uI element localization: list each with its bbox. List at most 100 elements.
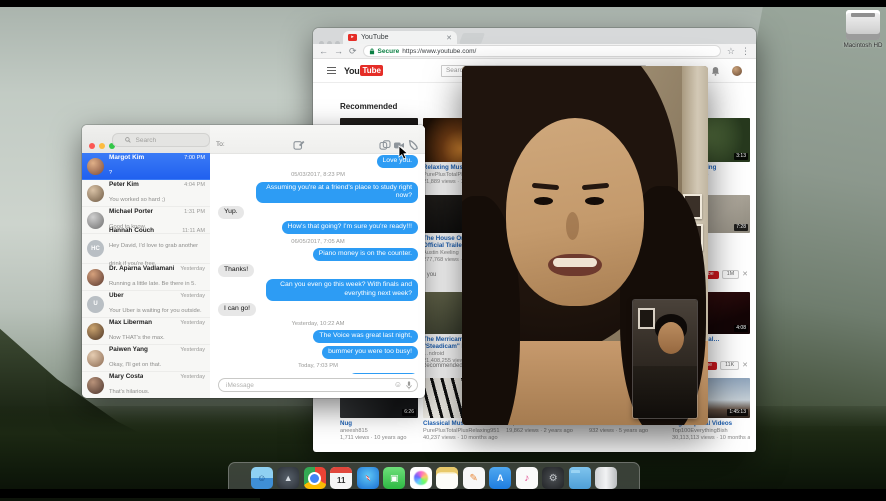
hard-drive-icon[interactable] <box>846 10 880 40</box>
overlapping-windows-icon[interactable] <box>379 140 391 150</box>
new-tab-button[interactable] <box>458 33 486 44</box>
picture-frame <box>638 308 655 329</box>
dock-notes-icon[interactable] <box>436 467 459 489</box>
avatar <box>87 349 104 367</box>
youtube-logo-tube: Tube <box>360 65 383 76</box>
caller-face <box>534 197 553 205</box>
self-face <box>658 322 684 354</box>
conversation-preview: Running a little late. Be there in 5. <box>109 280 197 287</box>
microphone-icon[interactable] <box>406 380 412 390</box>
conversation-time: 4:04 PM <box>184 181 205 188</box>
notifications-bell-icon[interactable] <box>711 66 720 76</box>
dock-itunes-icon[interactable]: ♪ <box>515 467 538 489</box>
conversation-time: Yesterday <box>180 265 205 272</box>
messages-search-field[interactable] <box>112 133 210 147</box>
conversation-name: Dr. Aparna Vadlamani <box>109 264 175 272</box>
avatar <box>87 157 104 175</box>
browser-menu-icon[interactable]: ⋮ <box>741 46 750 56</box>
back-icon[interactable]: ← <box>319 46 328 56</box>
dock-app-store-icon[interactable]: A <box>489 467 512 489</box>
video-duration-badge: 6:26 <box>402 409 416 416</box>
video-duration-badge: 4:08 <box>734 325 748 332</box>
conversation-preview: ? <box>109 169 113 176</box>
conversation-margot-kim[interactable]: Margot Kim 7:00 PM ? <box>82 153 210 180</box>
dock-chrome-icon[interactable] <box>303 467 326 489</box>
dock-pages-icon[interactable]: ✎ <box>462 467 485 489</box>
message-bubble-incoming: I can go! <box>218 303 257 317</box>
dock-trash-icon[interactable] <box>595 467 618 489</box>
conversation-hannah-couch[interactable]: HC Hannah Couch 11:11 AM Hey David, I'd l… <box>82 227 210 267</box>
conversation-name: Uber <box>109 291 124 299</box>
message-input-bar[interactable]: ☺ <box>218 378 418 392</box>
dismiss-icon[interactable]: ✕ <box>742 271 748 278</box>
avatar-initials: U <box>87 295 104 313</box>
dock-safari-icon[interactable] <box>356 467 379 489</box>
conversation-time: Yesterday <box>180 319 205 326</box>
chat-header: To: <box>210 125 425 154</box>
dismiss-icon[interactable]: ✕ <box>742 362 748 369</box>
conversation-paiwen-yang[interactable]: Paiwen Yang Yesterday Okay, I'll get on t… <box>82 345 210 372</box>
conversation-uber[interactable]: U Uber Yesterday Your Uber is waiting for… <box>82 291 210 318</box>
dock-calendar-icon[interactable]: 11 <box>330 467 353 489</box>
conversation-max-liberman[interactable]: Max Liberman Yesterday Now THAT's the max… <box>82 318 210 345</box>
compose-icon[interactable] <box>293 140 305 150</box>
dock-system-preferences-icon[interactable]: ⚙ <box>542 467 565 489</box>
caller-face <box>506 118 644 306</box>
bookmark-star-icon[interactable]: ☆ <box>727 46 735 56</box>
video-channel: PurePlusTotalPlusRelaxing951 <box>423 428 500 435</box>
youtube-logo[interactable]: You Tube <box>344 65 383 76</box>
self-view-pip[interactable] <box>633 300 697 418</box>
video-meta: 1,711 views · 10 years ago <box>340 435 407 442</box>
conversation-peter-kim[interactable]: Peter Kim 4:04 PM You worked so hard ;) <box>82 180 210 207</box>
conversation-time: 11:11 AM <box>182 228 205 234</box>
video-meta: 40,237 views · 10 months ago <box>423 435 498 442</box>
message-bubble-outgoing: The Voice was great last night, <box>313 330 418 344</box>
youtube-favicon-icon: ▸ <box>348 34 357 41</box>
recommended-heading: Recommended <box>340 102 398 111</box>
video-duration-badge: 7:28 <box>734 224 748 231</box>
address-bar[interactable]: Secure https://www.youtube.com/ <box>362 45 721 57</box>
search-input[interactable] <box>133 135 198 145</box>
emoji-icon[interactable]: ☺ <box>394 381 402 389</box>
account-avatar[interactable] <box>732 65 742 76</box>
menu-hamburger-icon[interactable] <box>327 66 336 75</box>
dock-folder-icon[interactable] <box>568 467 591 489</box>
minimize-window-icon[interactable] <box>99 143 105 149</box>
message-bubble-incoming: Yup. <box>218 205 244 219</box>
close-window-icon[interactable] <box>89 143 95 149</box>
dock-facetime-icon[interactable]: ▣ <box>383 467 406 489</box>
tab-youtube[interactable]: ▸ YouTube ✕ <box>343 31 457 44</box>
conversation-preview: Now THAT's the max. <box>109 334 165 341</box>
timestamp: 06/05/2017, 7:05 AM <box>291 238 345 245</box>
dock-launchpad-icon[interactable]: ▲ <box>277 467 300 489</box>
dock-finder-icon[interactable]: ☺ <box>250 467 273 489</box>
conversation-name: Max Liberman <box>109 318 152 326</box>
video-title[interactable]: Nug <box>340 420 418 427</box>
dock-photos-icon[interactable] <box>409 467 432 489</box>
video-meta: 30,113,113 views · 10 months ago <box>672 435 750 442</box>
mouse-cursor <box>398 145 409 160</box>
imessage-input[interactable] <box>224 380 390 390</box>
message-bubble-outgoing: Can you even go this week? With finals a… <box>266 279 418 301</box>
conversation-preview: That's hilarious. <box>109 388 150 395</box>
avatar <box>87 376 104 394</box>
to-label: To: <box>216 141 225 148</box>
forward-icon[interactable]: → <box>334 46 343 56</box>
letterbox-bottom <box>0 489 886 498</box>
video-meta: 19,862 views · 2 years ago <box>506 428 573 434</box>
conversation-name: Margot Kim <box>109 153 145 161</box>
avatar-initials: HC <box>87 240 104 257</box>
conversation-name: Mary Costa <box>109 372 144 380</box>
reload-icon[interactable]: ⟳ <box>349 46 357 56</box>
conversation-name: Peter Kim <box>109 180 139 188</box>
message-bubble-outgoing: Forget something? <box>349 372 418 374</box>
avatar <box>87 322 104 340</box>
tab-close-icon[interactable]: ✕ <box>446 34 452 42</box>
caller-face <box>566 212 579 240</box>
desktop-icon-macintosh-hd[interactable]: Macintosh HD <box>833 10 886 49</box>
conversation-mary-costa[interactable]: Mary Costa Yesterday That's hilarious. <box>82 372 210 398</box>
timestamp: 05/03/2017, 8:23 PM <box>291 172 345 179</box>
secure-label: Secure <box>377 47 400 55</box>
conversation-aparna-vadlamani[interactable]: Dr. Aparna Vadlamani Yesterday Running a … <box>82 264 210 291</box>
conversation-time: 7:00 PM <box>184 154 205 161</box>
